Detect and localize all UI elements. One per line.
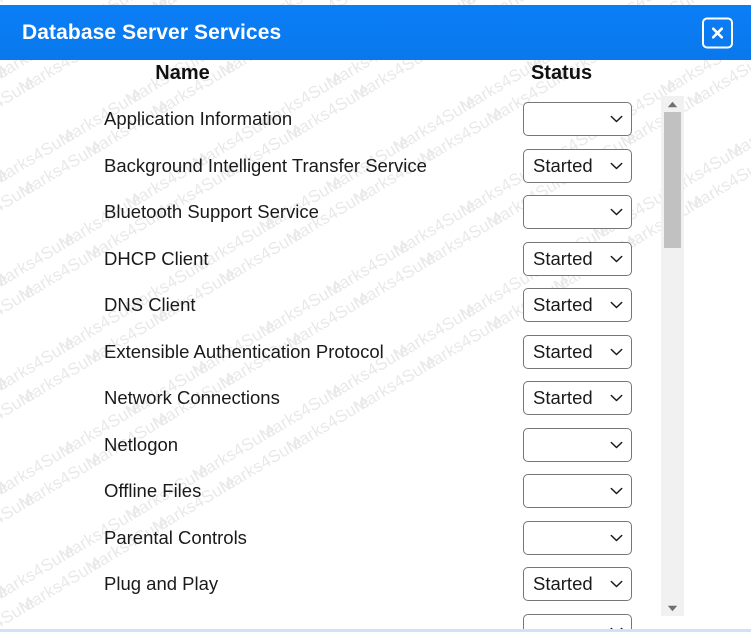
status-select[interactable]: StartedStopped — [523, 334, 632, 369]
table-row: DNS Client StartedStopped — [0, 282, 751, 329]
service-name: Bluetooth Support Service — [104, 201, 319, 223]
table-row: Extensible Authentication Protocol Starte… — [0, 329, 751, 376]
status-select[interactable]: StartedStopped — [523, 288, 632, 323]
table-row: Parental Controls StartedStopped — [0, 515, 751, 562]
dialog-window: Marks4Sure Marks4SureMarks4Sure Marks4Sure… — [0, 0, 751, 632]
dialog-title: Database Server Services — [22, 20, 282, 44]
status-select[interactable]: StartedStopped — [523, 195, 632, 230]
service-name: Plug and Play — [104, 573, 219, 595]
status-select[interactable]: StartedStopped — [523, 102, 632, 137]
column-header-name: Name — [155, 62, 210, 84]
service-name: DHCP Client — [104, 247, 209, 269]
service-name: Offline Files — [104, 480, 202, 502]
column-header-status: Status — [530, 62, 593, 84]
service-name: Parental Controls — [104, 526, 247, 548]
status-select-wrapper: StartedStopped — [523, 474, 632, 509]
table-header-row: Name Status — [0, 62, 751, 96]
table-row: Netlogon StartedStopped — [0, 422, 751, 469]
service-name: Background Intelligent Transfer Service — [104, 154, 427, 176]
chevron-up-icon — [667, 101, 678, 107]
close-icon — [711, 26, 724, 39]
vertical-scrollbar[interactable] — [661, 96, 684, 616]
status-select[interactable]: StartedStopped — [523, 520, 632, 555]
status-select-wrapper: StartedStopped — [523, 334, 632, 369]
status-select-wrapper: StartedStopped — [523, 288, 632, 323]
table-row: Plug and Play StartedStopped — [0, 561, 751, 608]
status-select-wrapper: StartedStopped — [523, 148, 632, 183]
service-name: Netlogon — [104, 433, 179, 455]
table-row: Application Information StartedStopped — [0, 96, 751, 143]
services-list: Application InformationStartedStoppedBac… — [0, 96, 751, 632]
status-select[interactable]: StartedStopped — [523, 474, 632, 509]
close-button[interactable] — [702, 17, 733, 48]
table-row: Network Connections StartedStopped — [0, 375, 751, 422]
dialog-titlebar: Database Server Services — [0, 5, 751, 60]
scroll-up-button[interactable] — [661, 96, 684, 112]
scrollbar-thumb[interactable] — [664, 112, 681, 248]
table-row: Offline Files StartedStopped — [0, 468, 751, 515]
status-select[interactable]: StartedStopped — [523, 241, 632, 276]
service-name: DNS Client — [104, 294, 196, 316]
table-row: DHCP Client StartedStopped — [0, 236, 751, 283]
status-select[interactable]: StartedStopped — [523, 148, 632, 183]
status-select-wrapper: StartedStopped — [523, 427, 632, 462]
service-name: Extensible Authentication Protocol — [104, 340, 384, 362]
table-row: Bluetooth Support Service StartedStopped — [0, 189, 751, 236]
status-select-wrapper: StartedStopped — [523, 381, 632, 416]
status-select-wrapper: StartedStopped — [523, 102, 632, 137]
status-select[interactable]: StartedStopped — [523, 567, 632, 602]
chevron-down-icon — [667, 605, 678, 611]
status-select-wrapper: StartedStopped — [523, 195, 632, 230]
status-select-wrapper: StartedStopped — [523, 241, 632, 276]
status-select[interactable]: StartedStopped — [523, 381, 632, 416]
status-select[interactable]: StartedStopped — [523, 427, 632, 462]
status-select-wrapper: StartedStopped — [523, 567, 632, 602]
service-name: Application Information — [104, 108, 293, 130]
scroll-down-button[interactable] — [661, 600, 684, 616]
table-row: Background Intelligent Transfer Service S… — [0, 143, 751, 190]
status-select-wrapper: StartedStopped — [523, 520, 632, 555]
service-name: Network Connections — [104, 387, 280, 409]
